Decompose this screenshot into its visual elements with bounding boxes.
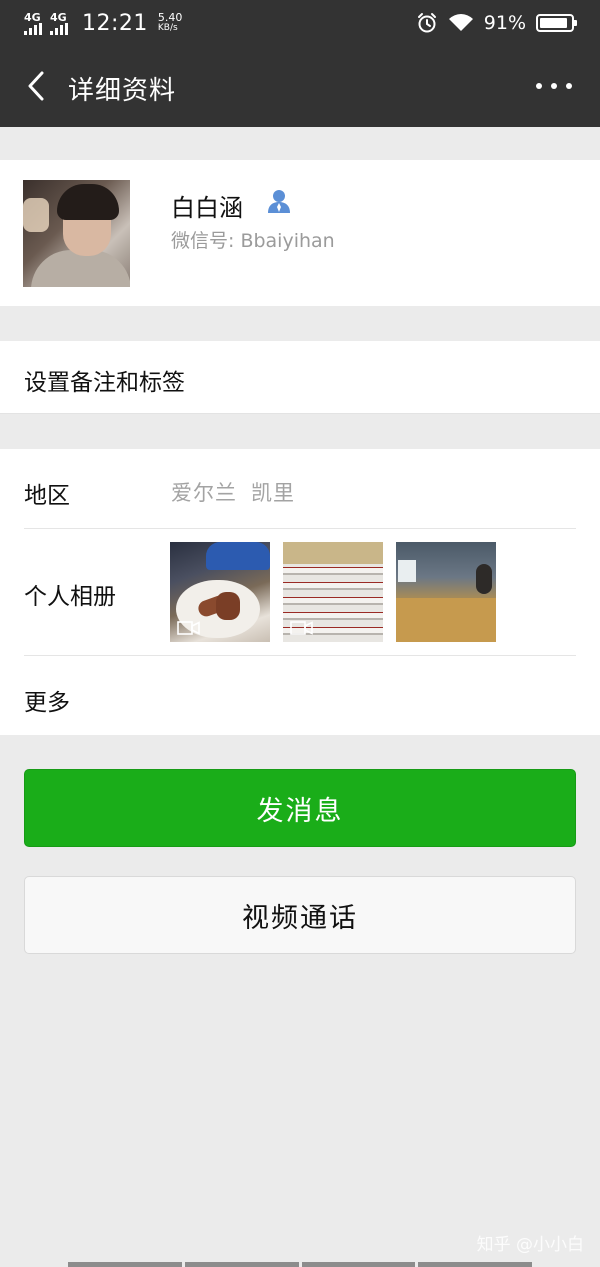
video-call-button[interactable]: 视频通话 <box>24 876 576 954</box>
speed-value: 5.40 <box>157 11 183 24</box>
thumb-chair <box>206 542 270 570</box>
clock: 12:21 <box>82 10 148 36</box>
speed-unit: KB/s <box>157 23 178 33</box>
network-type-label: 4G <box>24 10 41 24</box>
person-icon <box>268 190 290 213</box>
battery-fill <box>540 18 568 28</box>
video-icon <box>290 621 313 635</box>
album-thumbnail[interactable] <box>170 542 270 642</box>
battery-icon <box>536 14 577 32</box>
set-remark-row[interactable]: 设置备注和标签 <box>0 341 600 414</box>
set-remark-label: 设置备注和标签 <box>24 370 185 396</box>
more-row[interactable]: 更多 <box>0 656 600 735</box>
avatar[interactable] <box>23 180 130 287</box>
signal-bars-icon <box>24 22 42 35</box>
watermark: 知乎 @小小白 <box>476 1235 584 1255</box>
region-country: 爱尔兰 <box>171 481 237 505</box>
signal-indicator-1: 4G <box>24 12 42 35</box>
profile-card: 白白涵 微信号: Bbaiyihan <box>0 160 600 306</box>
network-type-label: 4G <box>50 10 67 24</box>
avatar-hair <box>57 184 119 220</box>
signal-bars-icon <box>50 22 68 35</box>
signal-indicator-2: 4G <box>50 12 68 35</box>
album-thumbnail[interactable] <box>396 542 496 642</box>
region-label: 地区 <box>24 483 70 509</box>
video-icon <box>177 621 200 635</box>
contact-name: 白白涵 <box>171 194 243 222</box>
avatar-light <box>23 198 49 232</box>
send-message-button[interactable]: 发消息 <box>24 769 576 847</box>
region-row: 地区 爱尔兰 凯里 <box>0 449 600 528</box>
network-speed: 5.40 KB/s <box>158 12 183 34</box>
more-label: 更多 <box>24 690 70 716</box>
page-title: 详细资料 <box>68 76 177 106</box>
info-group: 地区 爱尔兰 凯里 个人相册 更多 <box>0 449 600 735</box>
album-thumbnail[interactable] <box>283 542 383 642</box>
thumb-screen <box>398 560 416 582</box>
battery-percent: 91% <box>483 12 526 34</box>
region-city: 凯里 <box>251 481 295 505</box>
more-dot <box>566 83 572 89</box>
more-dots-icon <box>536 83 542 89</box>
thumb-table <box>396 598 496 642</box>
more-button[interactable] <box>536 74 572 98</box>
status-right: 91% <box>416 8 577 38</box>
album-label: 个人相册 <box>24 584 116 610</box>
wifi-icon <box>448 14 473 31</box>
thumb-food <box>216 592 240 620</box>
alarm-icon <box>417 13 436 33</box>
region-value: 爱尔兰 凯里 <box>171 477 295 507</box>
status-left: 4G 4G 12:21 5.40 KB/s <box>24 8 182 38</box>
back-button[interactable] <box>18 68 54 104</box>
more-dot <box>551 83 557 89</box>
thumb-person <box>476 564 492 594</box>
wechat-id: 微信号: Bbaiyihan <box>171 230 335 252</box>
status-bar: 4G 4G 12:21 5.40 KB/s 91% <box>0 0 600 46</box>
bottom-nav-strip <box>68 1262 532 1267</box>
title-bar: 详细资料 <box>0 46 600 127</box>
chevron-left-icon <box>28 71 44 101</box>
